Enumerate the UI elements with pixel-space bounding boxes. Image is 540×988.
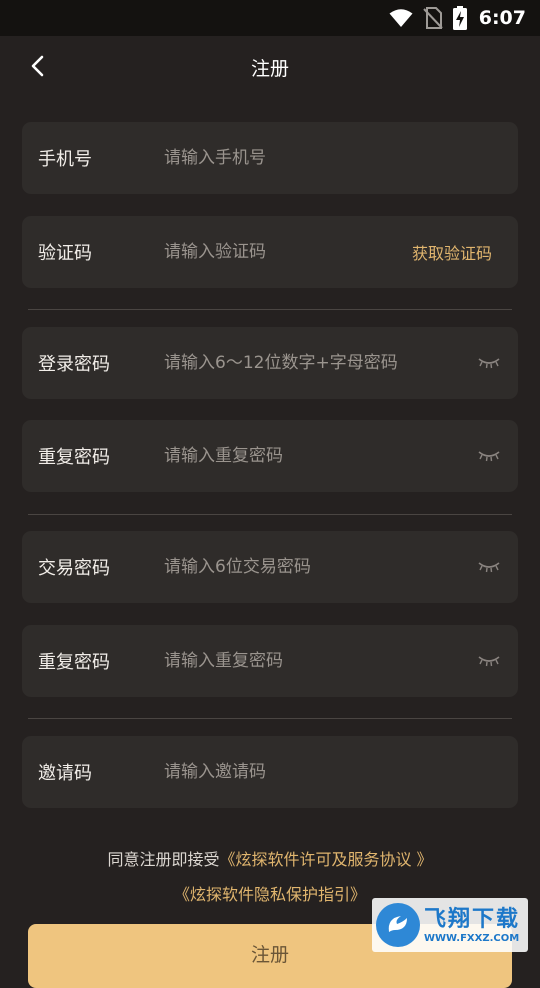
trade-password-repeat-field-row: 重复密码 — [22, 625, 518, 697]
agreement-line-1: 同意注册即接受《炫探软件许可及服务协议 》 — [0, 846, 540, 870]
code-field-row: 验证码 获取验证码 — [22, 216, 518, 288]
login-password-repeat-input[interactable] — [164, 446, 476, 466]
wifi-icon — [389, 9, 413, 27]
clock: 6:07 — [478, 7, 526, 29]
eye-closed-icon[interactable] — [476, 353, 502, 373]
nav-bar: 注册 — [0, 36, 540, 98]
login-password-input[interactable] — [164, 353, 476, 373]
register-button-label: 注册 — [250, 944, 289, 966]
login-password-repeat-field-row: 重复密码 — [22, 420, 518, 492]
trade-password-repeat-input[interactable] — [164, 651, 476, 671]
phone-input[interactable] — [164, 148, 502, 168]
divider — [28, 718, 512, 719]
divider — [28, 514, 512, 515]
trade-password-input[interactable] — [164, 557, 476, 577]
watermark-logo-icon — [376, 903, 420, 947]
invite-field-row: 邀请码 — [22, 736, 518, 808]
divider — [28, 309, 512, 310]
eye-closed-icon[interactable] — [476, 446, 502, 466]
status-bar: 6:07 — [0, 0, 540, 36]
back-button[interactable] — [22, 50, 54, 82]
trade-password-field-row: 交易密码 — [22, 531, 518, 603]
watermark-name: 飞翔下载 — [424, 906, 521, 932]
privacy-policy-link[interactable]: 《炫探软件隐私保护指引》 — [174, 885, 366, 904]
chevron-left-icon — [31, 55, 44, 77]
login-password-repeat-label: 重复密码 — [38, 447, 110, 468]
phone-field-row: 手机号 — [22, 122, 518, 194]
eye-closed-icon[interactable] — [476, 557, 502, 577]
get-code-button[interactable]: 获取验证码 — [412, 240, 502, 264]
agreement-prefix: 同意注册即接受 — [107, 850, 220, 869]
code-label: 验证码 — [38, 243, 92, 264]
eye-closed-icon[interactable] — [476, 651, 502, 671]
login-password-field-row: 登录密码 — [22, 327, 518, 399]
battery-charging-icon — [452, 6, 467, 30]
code-input[interactable] — [164, 242, 412, 262]
login-password-label: 登录密码 — [38, 354, 110, 375]
phone-label: 手机号 — [38, 149, 92, 170]
invite-label: 邀请码 — [38, 763, 92, 784]
watermark-url: WWW.FXXZ.COM — [424, 932, 520, 944]
watermark: 飞翔下载 WWW.FXXZ.COM — [372, 898, 528, 952]
license-agreement-link[interactable]: 《炫探软件许可及服务协议 》 — [219, 850, 432, 869]
page-title: 注册 — [250, 57, 289, 80]
no-sim-icon — [423, 7, 443, 29]
trade-password-label: 交易密码 — [38, 558, 110, 579]
invite-input[interactable] — [164, 762, 502, 782]
trade-password-repeat-label: 重复密码 — [38, 652, 110, 673]
